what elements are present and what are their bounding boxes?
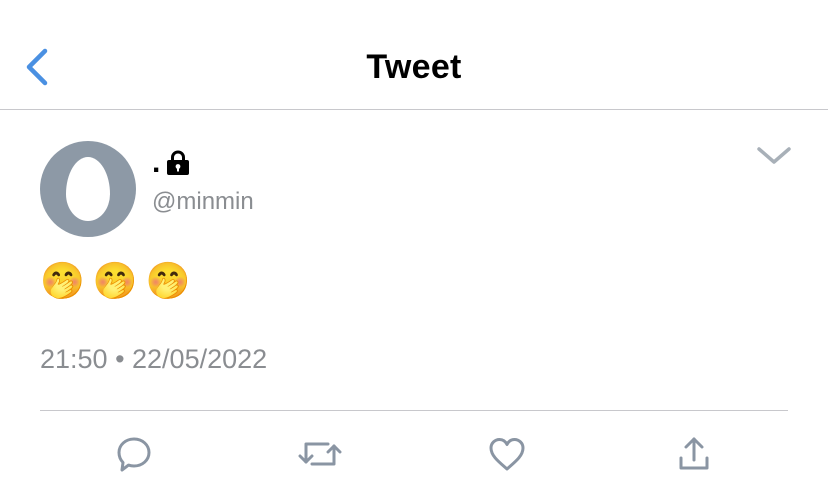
like-button[interactable] [483,430,531,478]
retweet-button[interactable] [296,430,344,478]
lock-icon [167,150,190,175]
chevron-down-icon [757,147,791,164]
divider [40,410,788,411]
tweet-menu-button[interactable] [752,140,796,172]
tweet-actions-bar [0,430,828,478]
share-icon [679,437,709,470]
reply-button[interactable] [110,430,158,478]
avatar[interactable] [40,141,136,237]
display-name: . [152,146,161,179]
tweet-timestamp: 21:50 • 22/05/2022 [40,344,268,374]
default-egg-avatar [66,157,110,221]
share-button[interactable] [670,430,718,478]
tweet-text: 🤭🤭🤭 [40,261,199,302]
top-navigation-bar: Tweet [0,0,828,110]
reply-icon [117,437,151,472]
page-title: Tweet [366,48,462,86]
author-name-row[interactable]: . [152,146,190,180]
author-handle[interactable]: @minmin [152,188,254,216]
heart-icon [489,438,525,471]
retweet-icon [298,442,342,466]
